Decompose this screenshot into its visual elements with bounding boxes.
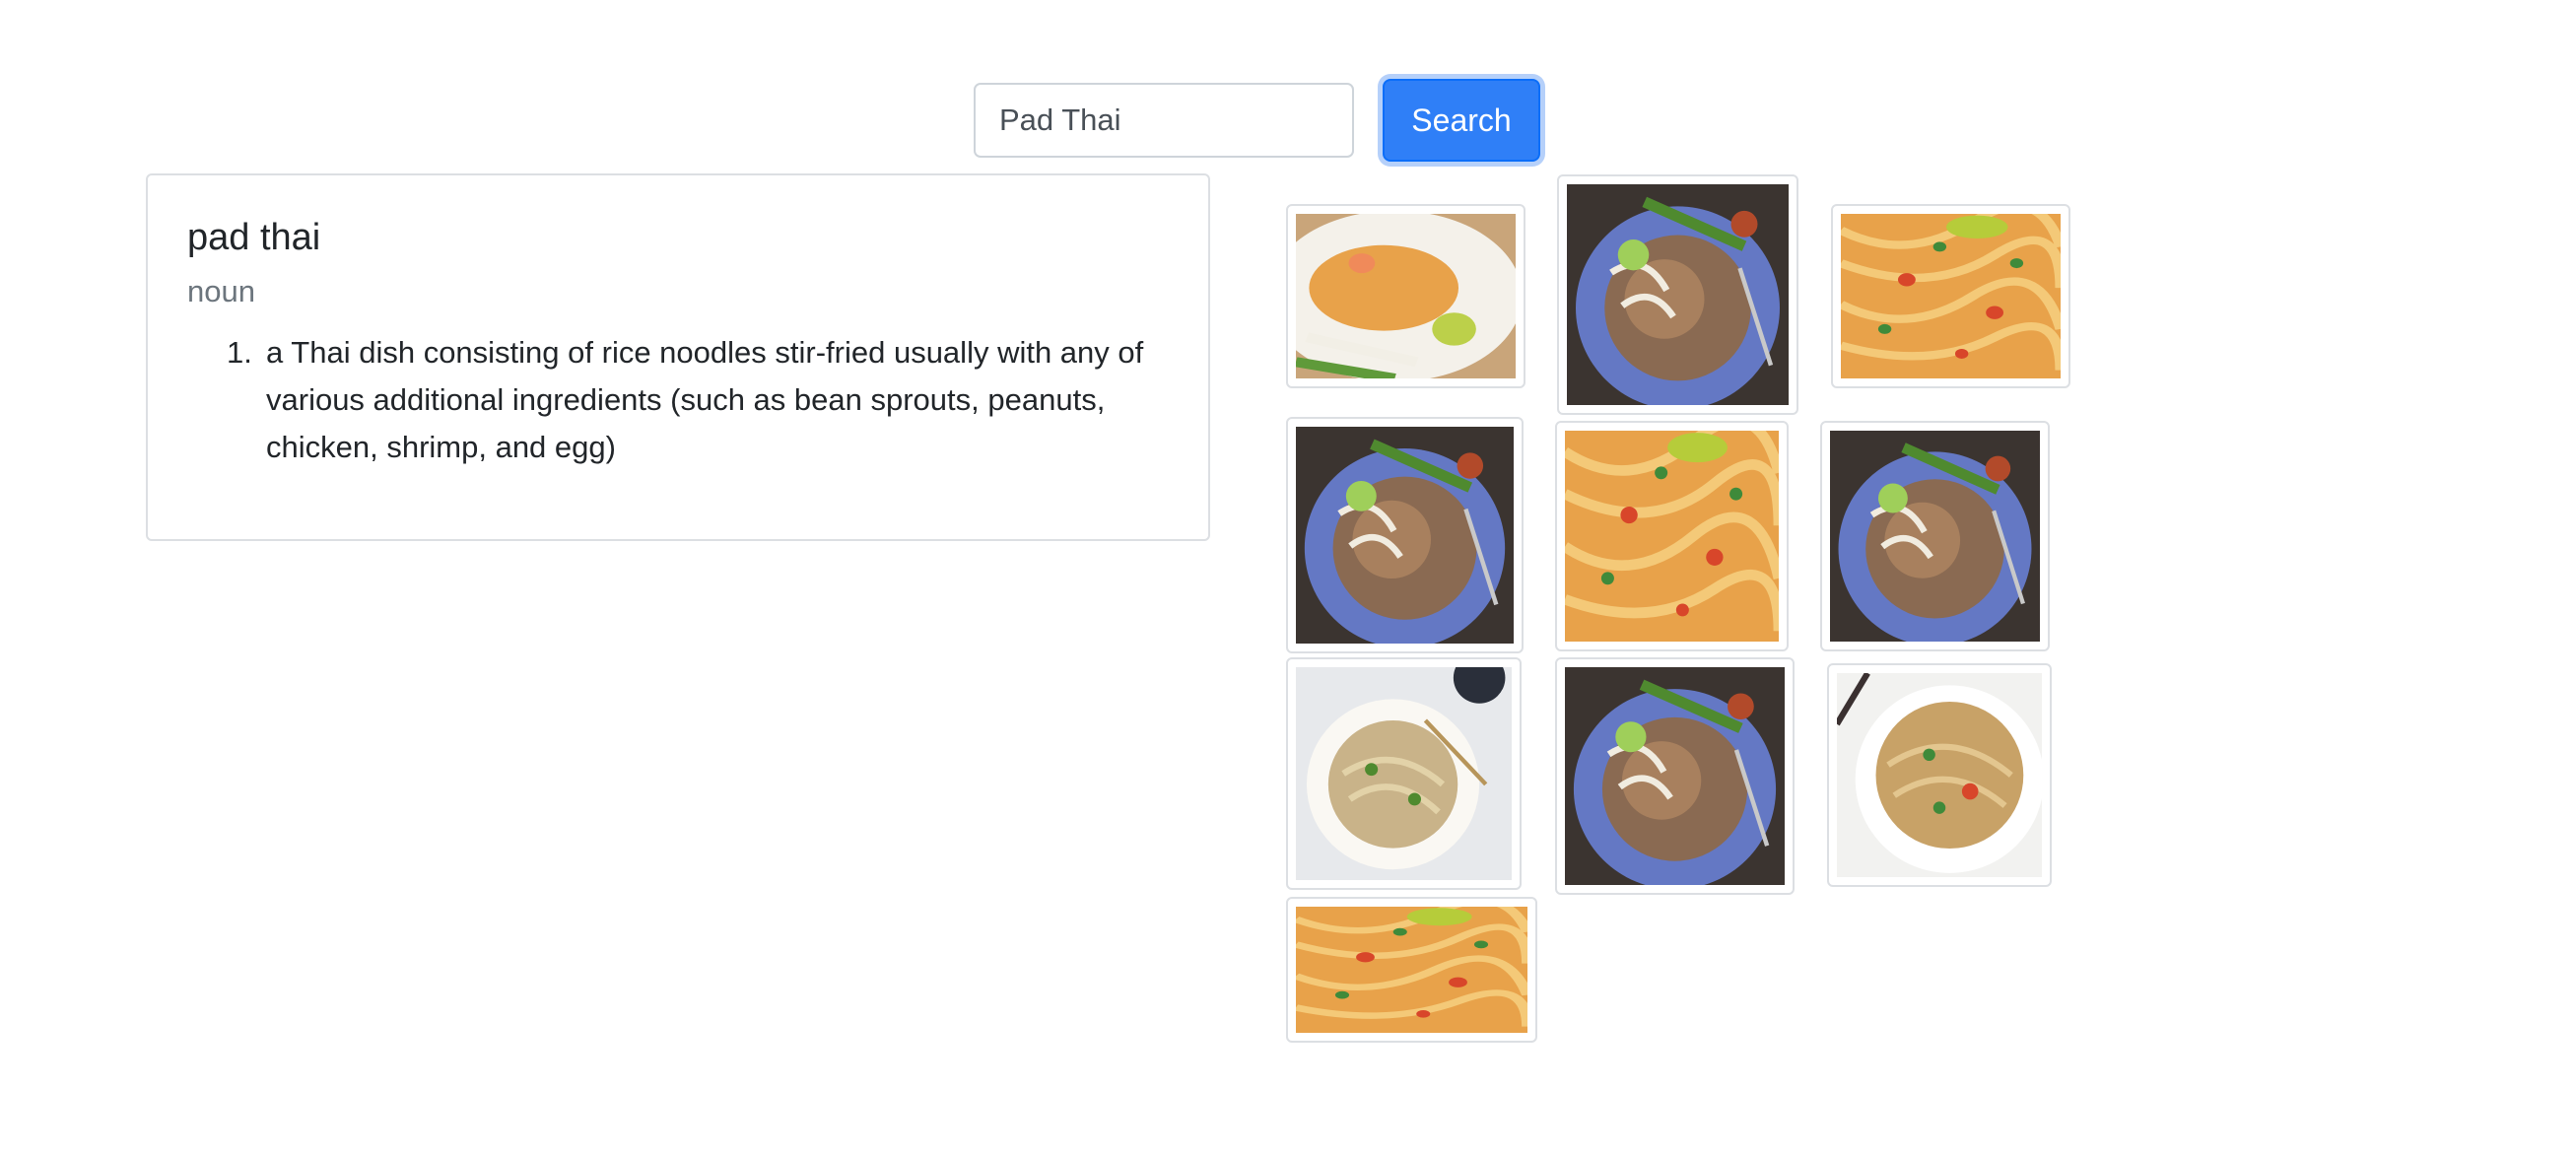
pad-thai-bowl-photo <box>1837 673 2042 877</box>
image-result[interactable] <box>1555 657 1795 895</box>
image-result[interactable] <box>1827 663 2052 887</box>
definition-word: pad thai <box>187 217 321 258</box>
image-result[interactable] <box>1820 421 2050 651</box>
pad-thai-blue-plate-photo <box>1565 667 1785 885</box>
image-result[interactable] <box>1286 897 1537 1043</box>
image-result[interactable] <box>1831 204 2070 388</box>
definition-card: pad thai noun 1. a Thai dish consisting … <box>146 173 1210 541</box>
part-of-speech: noun <box>187 274 255 308</box>
image-result[interactable] <box>1557 174 1798 415</box>
image-result[interactable] <box>1286 417 1524 653</box>
image-result[interactable] <box>1286 657 1522 890</box>
pad-thai-white-plate-photo <box>1296 667 1512 880</box>
definition-list: 1. a Thai dish consisting of rice noodle… <box>187 329 1173 471</box>
definition-sense: 1. a Thai dish consisting of rice noodle… <box>187 329 1173 471</box>
sense-text: a Thai dish consisting of rice noodles s… <box>266 335 1144 464</box>
sense-number: 1. <box>227 335 252 370</box>
search-input[interactable] <box>974 83 1354 158</box>
pad-thai-noodles-closeup-photo <box>1296 907 1527 1033</box>
pad-thai-noodles-closeup-photo <box>1841 214 2061 378</box>
pad-thai-blue-plate-photo <box>1296 427 1514 644</box>
pad-thai-blue-plate-photo <box>1830 431 2040 642</box>
image-result[interactable] <box>1555 421 1789 651</box>
page: Search pad thai noun 1. a Thai dish cons… <box>0 0 2576 1157</box>
image-result[interactable] <box>1286 204 1525 388</box>
pad-thai-plate-with-lime-photo <box>1296 214 1516 378</box>
search-button[interactable]: Search <box>1383 79 1540 162</box>
pad-thai-blue-plate-photo <box>1567 184 1789 405</box>
pad-thai-noodles-closeup-photo <box>1565 431 1779 642</box>
